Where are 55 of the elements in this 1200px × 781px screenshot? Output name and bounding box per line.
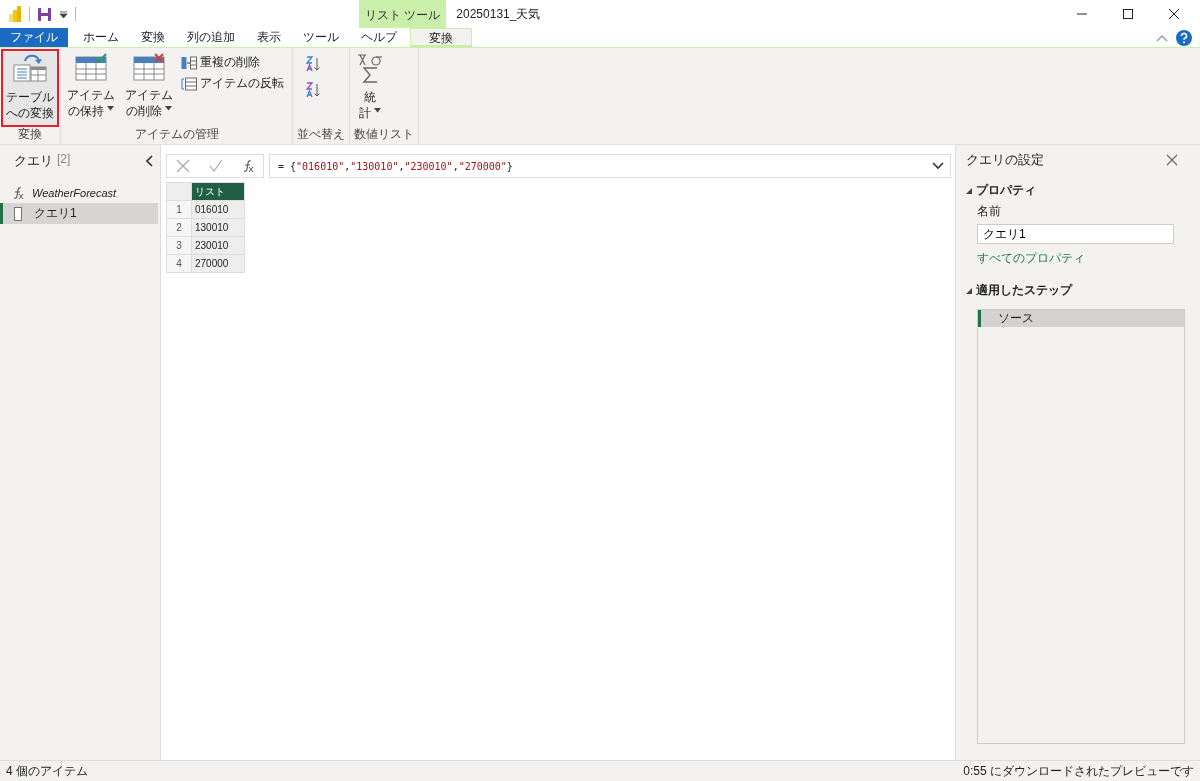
ribbon-group-label: アイテムの管理	[133, 126, 220, 143]
expanded-triangle-icon[interactable]	[966, 187, 972, 194]
app-logo-icon	[8, 5, 22, 23]
sort-descending-icon[interactable]	[305, 82, 321, 98]
file-menu-button[interactable]: ファイル	[0, 28, 68, 47]
pane-title: クエリの設定	[966, 151, 1044, 169]
collapse-pane-icon[interactable]	[146, 155, 154, 167]
statistics-sigma-icon	[356, 53, 384, 83]
query-count: [2]	[57, 152, 71, 168]
reverse-rows-icon	[181, 76, 197, 91]
formula-field[interactable]: = {"016010","130010","230010","270000"}	[269, 154, 951, 178]
name-field[interactable]: クエリ1	[977, 224, 1174, 244]
ribbon-button[interactable]: アイテムの反転	[181, 75, 284, 92]
ribbon-button[interactable]: 重複の削除	[181, 54, 284, 71]
ribbon-group-label: 変換	[17, 126, 43, 143]
duplicate-rows-icon	[181, 55, 197, 70]
ribbon-group-label: 数値リスト	[353, 126, 415, 143]
list-query-icon	[14, 206, 22, 221]
column-header[interactable]: リスト	[191, 182, 245, 201]
expanded-triangle-icon[interactable]	[966, 287, 972, 294]
ribbon-tab[interactable]: ホーム	[72, 28, 130, 47]
ribbon-tab[interactable]: 列の追加	[176, 28, 246, 47]
table-convert-icon	[13, 53, 47, 83]
table-check-icon	[75, 53, 107, 81]
expand-chevron-icon[interactable]	[932, 162, 944, 170]
maximize-icon[interactable]	[1122, 8, 1134, 20]
help-icon[interactable]	[1176, 29, 1192, 46]
table-cross-icon	[133, 53, 165, 81]
query-item[interactable]: クエリ1	[0, 203, 158, 224]
all-properties-link[interactable]: すべてのプロパティ	[977, 250, 1196, 267]
query-item[interactable]: WeatherForecast	[0, 182, 158, 203]
section-heading: 適用したステップ	[976, 282, 1072, 299]
field-label: 名前	[977, 203, 1002, 220]
status-text: 4 個のアイテム	[6, 762, 88, 780]
ribbon-group-label: 並べ替え	[296, 126, 346, 143]
ribbon-tab[interactable]: 表示	[246, 28, 292, 47]
context-tab-group-label: リスト ツール	[359, 0, 447, 28]
pane-title: クエリ	[14, 152, 53, 170]
ribbon-tab[interactable]: ヘルプ	[350, 28, 408, 47]
function-icon	[12, 185, 24, 200]
ribbon-button[interactable]: 統 計	[352, 50, 388, 126]
ribbon-tab[interactable]: 変換	[130, 28, 176, 47]
window-title: 20250131_天気	[456, 5, 541, 23]
ribbon-button[interactable]: テーブル への変換	[2, 50, 58, 126]
ribbon-tab[interactable]: 変換	[410, 28, 472, 47]
collapse-ribbon-icon[interactable]	[1156, 33, 1168, 42]
close-icon[interactable]	[1168, 8, 1180, 20]
step-item[interactable]: ソース	[978, 310, 1184, 327]
function-icon[interactable]	[241, 159, 254, 173]
dropdown-caret-icon[interactable]	[59, 9, 68, 19]
ribbon-button[interactable]: アイテム の保持	[63, 50, 119, 126]
status-text: 0:55 にダウンロードされたプレビューです	[963, 762, 1194, 780]
section-heading: プロパティ	[976, 182, 1036, 199]
ribbon-button[interactable]: アイテム の削除	[121, 50, 177, 126]
ribbon-tab[interactable]: ツール	[292, 28, 350, 47]
